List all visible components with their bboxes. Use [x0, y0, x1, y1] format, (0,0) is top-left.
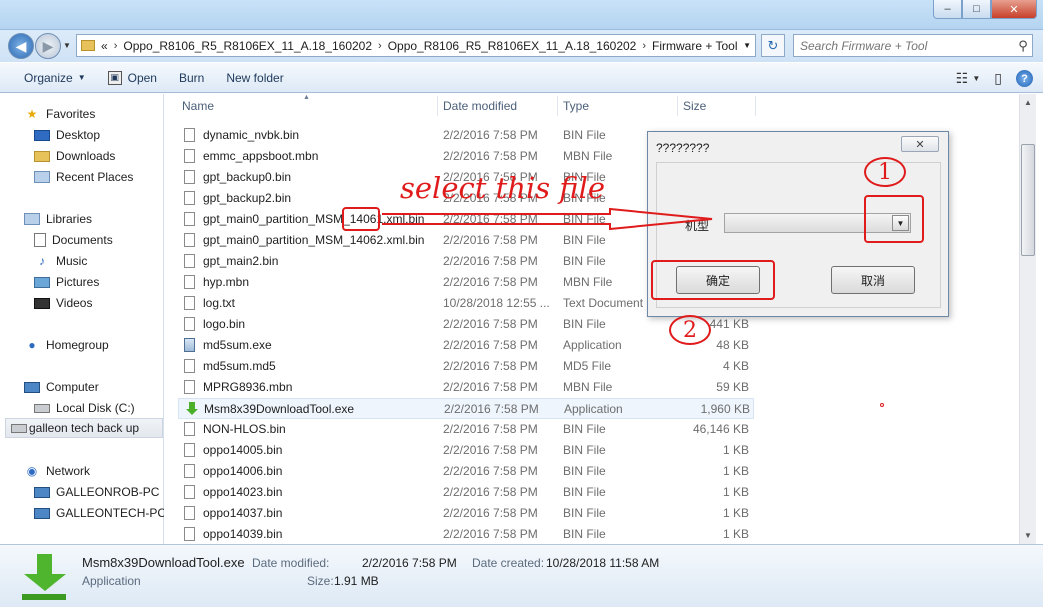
- annotation-dropdown-box: [864, 195, 924, 243]
- arrow-shape: [382, 207, 713, 231]
- annotation-step-2: 2: [669, 315, 711, 345]
- annotation-arrow: [382, 207, 713, 231]
- annotation-ok-box: [651, 260, 775, 300]
- annotation-highlight-box: [342, 207, 380, 231]
- annotation-step-1: 1: [864, 157, 906, 187]
- annotation-dot: [880, 403, 884, 407]
